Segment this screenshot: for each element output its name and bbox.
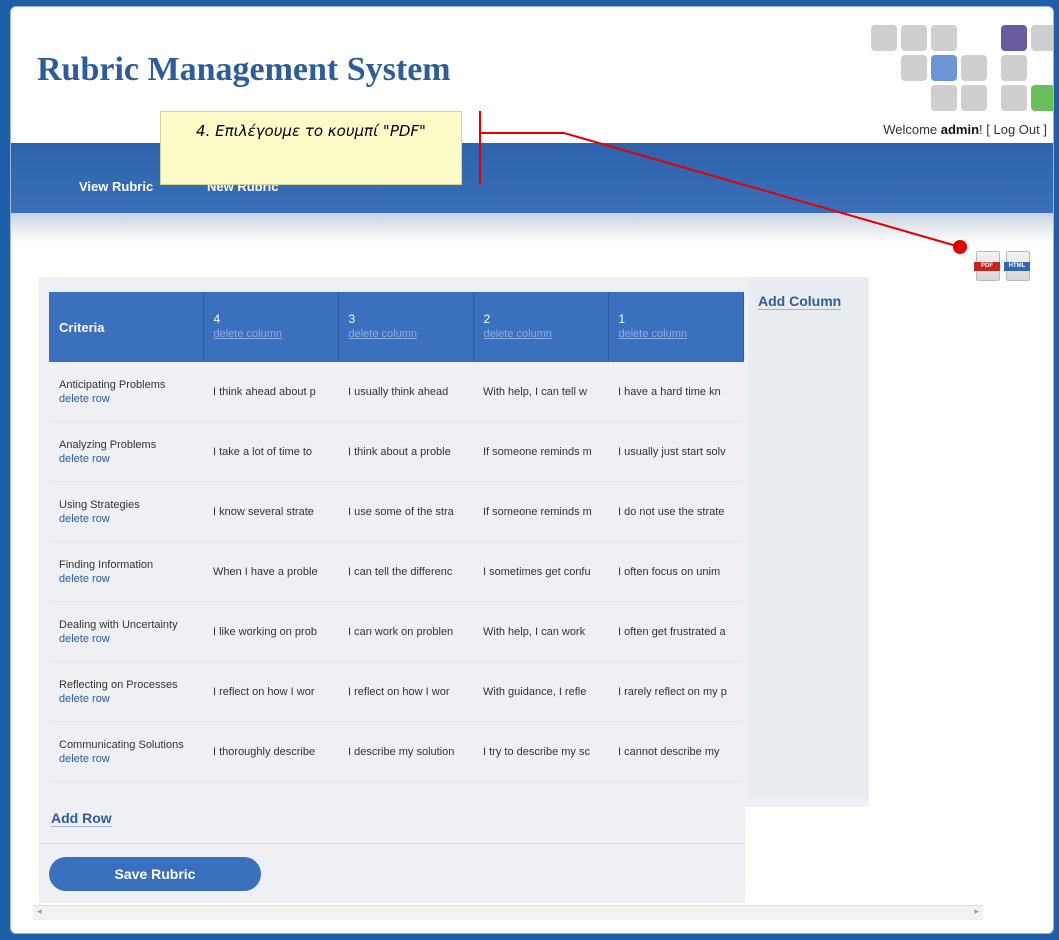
table-row: Communicating Solutions delete row I tho… (49, 721, 743, 782)
rubric-cell[interactable]: I usually think ahead (338, 362, 473, 422)
html-label: HTML (1004, 262, 1030, 271)
horizontal-scrollbar[interactable]: ◂ ▸ (33, 905, 983, 920)
criterion-name: Dealing with Uncertainty (59, 618, 178, 631)
delete-row-link[interactable]: delete row (59, 392, 193, 406)
pdf-export-icon[interactable]: PDF (974, 251, 1000, 281)
table-header-row: Criteria 4 delete column 3 delete column… (49, 292, 744, 362)
rubric-cell[interactable]: I can tell the differenc (338, 541, 473, 602)
add-column-link[interactable]: Add Column (758, 293, 842, 310)
add-column-panel (748, 277, 868, 797)
column-level: 2 (483, 312, 491, 326)
criterion-cell: Using Strategies delete row (49, 481, 203, 542)
rubric-cell[interactable]: I take a lot of time to (203, 421, 338, 482)
rubric-cell[interactable]: With help, I can tell w (473, 362, 608, 422)
column-header: 1 delete column (608, 292, 744, 362)
rubric-cell[interactable]: I often focus on unim (608, 541, 743, 602)
app-title: Rubric Management System (37, 51, 451, 88)
delete-column-link[interactable]: delete column (214, 328, 328, 340)
save-rubric-button[interactable]: Save Rubric (49, 857, 261, 891)
criterion-name: Finding Information (59, 558, 154, 571)
criterion-cell: Analyzing Problems delete row (49, 421, 203, 482)
column-level: 4 (213, 312, 221, 326)
nav-view-rubric[interactable]: View Rubric (79, 179, 153, 194)
rubric-cell[interactable]: I know several strate (203, 481, 338, 542)
nav-shadow (11, 213, 1053, 243)
welcome-prefix: Welcome (883, 122, 941, 137)
rubric-cell[interactable]: I sometimes get confu (473, 541, 608, 602)
rubric-cell[interactable]: I use some of the stra (338, 481, 473, 542)
rubric-cell[interactable]: I do not use the strate (608, 481, 743, 542)
delete-row-link[interactable]: delete row (59, 572, 193, 586)
criterion-cell: Anticipating Problems delete row (49, 362, 203, 422)
delete-column-link[interactable]: delete column (619, 328, 733, 340)
html-export-icon[interactable]: HTML (1004, 251, 1030, 281)
rubric-cell[interactable]: I describe my solution (338, 721, 473, 782)
rubric-cell[interactable]: If someone reminds m (473, 481, 608, 542)
rubric-cell[interactable]: I think ahead about p (203, 362, 338, 422)
rubric-cell[interactable]: I thoroughly describe (203, 721, 338, 782)
criterion-name: Communicating Solutions (59, 738, 184, 751)
rubric-cell[interactable]: If someone reminds m (473, 421, 608, 482)
rubric-cell[interactable]: With help, I can work (473, 601, 608, 662)
table-row: Reflecting on Processes delete row I ref… (49, 661, 743, 722)
column-header: 2 delete column (473, 292, 609, 362)
welcome-close: ] (1039, 122, 1047, 137)
table-row: Analyzing Problems delete row I take a l… (49, 421, 743, 482)
criterion-name: Analyzing Problems (59, 438, 157, 451)
rubric-cell[interactable]: I try to describe my sc (473, 721, 608, 782)
criterion-cell: Reflecting on Processes delete row (49, 661, 203, 722)
table-row: Anticipating Problems delete row I think… (49, 362, 743, 422)
criterion-cell: Communicating Solutions delete row (49, 721, 203, 782)
table-row: Using Strategies delete row I know sever… (49, 481, 743, 542)
browser-window: Rubric Management System Welcome admin! … (10, 6, 1054, 934)
welcome-message: Welcome admin! [ Log Out ] (883, 122, 1047, 137)
footer-divider (39, 843, 745, 844)
rubric-cell[interactable]: I often get frustrated a (608, 601, 743, 662)
callout-bracket (479, 111, 481, 185)
rubric-cell[interactable]: I usually just start solv (608, 421, 743, 482)
delete-row-link[interactable]: delete row (59, 632, 193, 646)
scroll-left-icon[interactable]: ◂ (37, 906, 42, 917)
rubric-cell[interactable]: When I have a proble (203, 541, 338, 602)
add-row-link[interactable]: Add Row (51, 810, 112, 827)
rubric-cell[interactable]: I like working on prob (203, 601, 338, 662)
criterion-name: Reflecting on Processes (59, 678, 178, 691)
column-level: 3 (348, 312, 356, 326)
table-row: Dealing with Uncertainty delete row I li… (49, 601, 743, 662)
delete-row-link[interactable]: delete row (59, 692, 193, 706)
rubric-cell[interactable]: With guidance, I refle (473, 661, 608, 722)
criteria-header: Criteria (49, 292, 204, 362)
welcome-suffix: ! [ (979, 122, 994, 137)
rubric-cell[interactable]: I reflect on how I wor (203, 661, 338, 722)
column-level: 1 (618, 312, 626, 326)
username: admin (940, 122, 980, 137)
rubric-cell[interactable]: I cannot describe my (608, 721, 743, 782)
delete-row-link[interactable]: delete row (59, 452, 193, 466)
rubric-table: Criteria 4 delete column 3 delete column… (49, 292, 744, 782)
column-header: 3 delete column (338, 292, 474, 362)
tutorial-callout: 4. Επιλέγουμε το κουμπί "PDF" (160, 111, 462, 185)
criterion-cell: Finding Information delete row (49, 541, 203, 602)
rubric-cell[interactable]: I reflect on how I wor (338, 661, 473, 722)
logo-squares (871, 25, 1053, 115)
rubric-cell[interactable]: I can work on problen (338, 601, 473, 662)
scroll-right-icon[interactable]: ▸ (974, 906, 979, 917)
criterion-name: Using Strategies (59, 498, 140, 511)
criterion-cell: Dealing with Uncertainty delete row (49, 601, 203, 662)
table-row: Finding Information delete row When I ha… (49, 541, 743, 602)
column-header: 4 delete column (203, 292, 339, 362)
delete-column-link[interactable]: delete column (484, 328, 598, 340)
rubric-cell[interactable]: I think about a proble (338, 421, 473, 482)
delete-column-link[interactable]: delete column (349, 328, 463, 340)
criterion-name: Anticipating Problems (59, 378, 166, 391)
logout-link[interactable]: Log Out (994, 122, 1040, 137)
delete-row-link[interactable]: delete row (59, 752, 193, 766)
rubric-cell[interactable]: I rarely reflect on my p (608, 661, 743, 722)
delete-row-link[interactable]: delete row (59, 512, 193, 526)
pdf-label: PDF (974, 262, 1000, 271)
rubric-cell[interactable]: I have a hard time kn (608, 362, 743, 422)
